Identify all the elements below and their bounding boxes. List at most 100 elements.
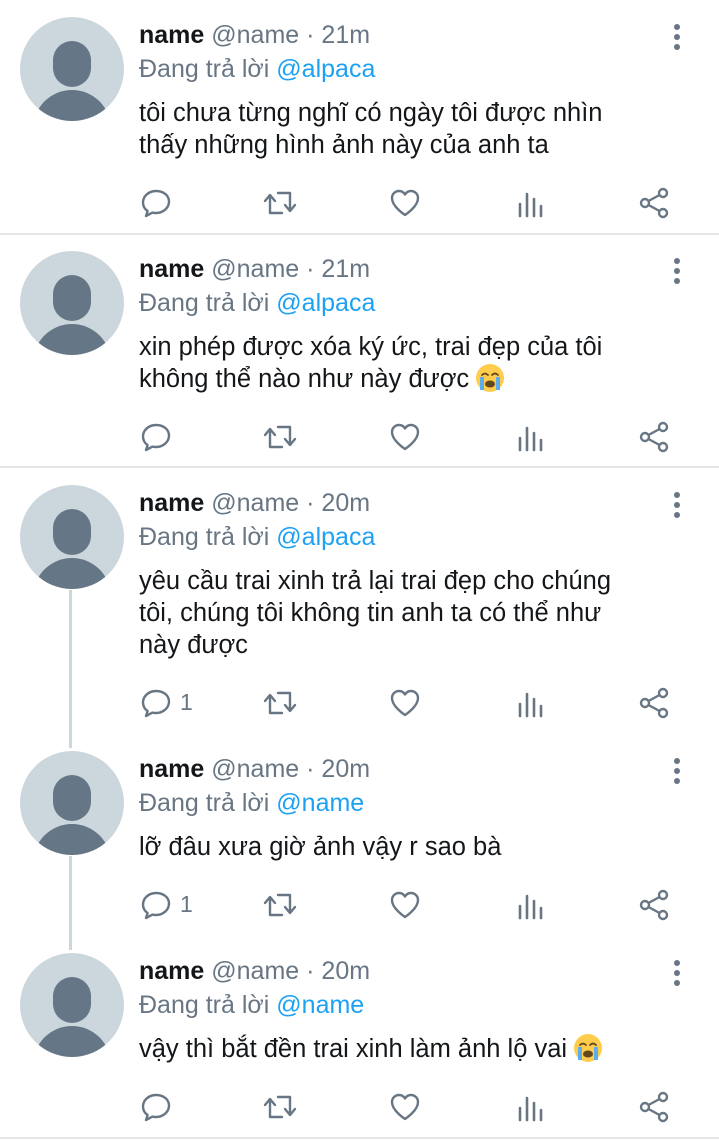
- mention-link[interactable]: @name: [276, 789, 364, 817]
- retweet-button[interactable]: [262, 416, 302, 456]
- analytics-button[interactable]: [516, 682, 556, 722]
- retweet-icon: [263, 1095, 297, 1119]
- handle: @name: [211, 957, 300, 985]
- retweet-icon: [263, 191, 297, 215]
- mention-link[interactable]: @alpaca: [276, 289, 375, 317]
- more-icon[interactable]: [664, 256, 690, 286]
- action-bar: [0, 416, 719, 456]
- replying-to-label: Đang trả lời: [139, 55, 270, 83]
- tweet-text-line: xin phép được xóa ký ức, trai đẹp của tô…: [139, 333, 603, 361]
- action-bar: 1: [0, 682, 719, 722]
- replying-to: Đang trả lời @name: [139, 786, 364, 820]
- reply-button[interactable]: [140, 416, 200, 456]
- retweet-button[interactable]: [262, 884, 302, 924]
- reply-button[interactable]: 1: [140, 682, 200, 722]
- share-icon: [639, 187, 669, 219]
- tweet-header: name @name · 21m: [139, 252, 370, 286]
- like-button[interactable]: [389, 884, 429, 924]
- display-name[interactable]: name: [139, 489, 204, 517]
- reply-button[interactable]: [140, 1086, 200, 1126]
- tweet-text-line: tôi, chúng tôi không tin anh ta có thể n…: [139, 599, 602, 627]
- tweet-header: name @name · 20m: [139, 954, 370, 988]
- reply-icon: [141, 689, 171, 718]
- replying-to: Đang trả lời @alpaca: [139, 286, 375, 320]
- like-button[interactable]: [389, 182, 429, 222]
- timestamp: · 20m: [306, 489, 371, 517]
- crying-face-emoji: [476, 364, 505, 392]
- avatar[interactable]: [20, 251, 124, 355]
- tweet[interactable]: name @name · 20m Đang trả lời @name vậy …: [0, 936, 719, 1141]
- analytics-button[interactable]: [516, 182, 556, 222]
- mention-link[interactable]: @alpaca: [276, 55, 375, 83]
- tweet[interactable]: name @name · 21m Đang trả lời @alpaca tô…: [0, 0, 719, 234]
- analytics-icon: [518, 692, 543, 718]
- tweet-text: yêu cầu trai xinh trả lại trai đẹp cho c…: [139, 565, 684, 661]
- share-button[interactable]: [638, 182, 678, 222]
- timestamp: · 20m: [306, 957, 371, 985]
- action-bar: [0, 1086, 719, 1126]
- more-icon[interactable]: [664, 490, 690, 520]
- analytics-button[interactable]: [516, 416, 556, 456]
- avatar[interactable]: [20, 17, 124, 121]
- share-button[interactable]: [638, 884, 678, 924]
- reply-icon: [141, 189, 171, 218]
- replying-to-label: Đang trả lời: [139, 991, 270, 1019]
- mention-link[interactable]: @alpaca: [276, 523, 375, 551]
- handle: @name: [211, 21, 300, 49]
- reply-icon: [141, 891, 171, 920]
- mention-link[interactable]: @name: [276, 991, 364, 1019]
- tweet-text: lỡ đâu xưa giờ ảnh vậy r sao bà: [139, 831, 684, 863]
- avatar[interactable]: [20, 485, 124, 589]
- retweet-button[interactable]: [262, 1086, 302, 1126]
- reply-count: 1: [180, 689, 193, 715]
- action-bar: 1: [0, 884, 719, 924]
- reply-button[interactable]: 1: [140, 884, 200, 924]
- reply-icon: [141, 423, 171, 452]
- timestamp: · 20m: [306, 755, 371, 783]
- retweet-button[interactable]: [262, 182, 302, 222]
- avatar[interactable]: [20, 751, 124, 855]
- more-icon[interactable]: [664, 756, 690, 786]
- tweet-header: name @name · 20m: [139, 486, 370, 520]
- display-name[interactable]: name: [139, 755, 204, 783]
- share-button[interactable]: [638, 416, 678, 456]
- tweet[interactable]: name @name · 21m Đang trả lời @alpaca xi…: [0, 234, 719, 468]
- replying-to: Đang trả lời @name: [139, 988, 364, 1022]
- display-name[interactable]: name: [139, 957, 204, 985]
- like-button[interactable]: [389, 1086, 429, 1126]
- tweet-text-line: này được: [139, 631, 248, 659]
- share-button[interactable]: [638, 1086, 678, 1126]
- share-icon: [639, 889, 669, 921]
- tweet[interactable]: name @name · 20m Đang trả lời @alpaca yê…: [0, 468, 719, 734]
- action-bar: [0, 182, 719, 222]
- like-button[interactable]: [389, 682, 429, 722]
- analytics-icon: [518, 192, 543, 218]
- analytics-icon: [518, 894, 543, 920]
- share-icon: [639, 687, 669, 719]
- tweet[interactable]: name @name · 20m Đang trả lời @name lỡ đ…: [0, 734, 719, 936]
- divider: [0, 1137, 719, 1139]
- reply-button[interactable]: [140, 182, 200, 222]
- replying-to: Đang trả lời @alpaca: [139, 52, 375, 86]
- avatar[interactable]: [20, 953, 124, 1057]
- handle: @name: [211, 255, 300, 283]
- handle: @name: [211, 755, 300, 783]
- retweet-button[interactable]: [262, 682, 302, 722]
- retweet-icon: [263, 425, 297, 449]
- display-name[interactable]: name: [139, 255, 204, 283]
- share-button[interactable]: [638, 682, 678, 722]
- more-icon[interactable]: [664, 22, 690, 52]
- like-button[interactable]: [389, 416, 429, 456]
- crying-face-emoji: [574, 1034, 603, 1062]
- analytics-button[interactable]: [516, 1086, 556, 1126]
- display-name[interactable]: name: [139, 21, 204, 49]
- analytics-button[interactable]: [516, 884, 556, 924]
- reply-icon: [141, 1093, 171, 1122]
- more-icon[interactable]: [664, 958, 690, 988]
- analytics-icon: [518, 1096, 543, 1122]
- tweet-text-line: tôi chưa từng nghĩ có ngày tôi được nhìn: [139, 99, 603, 127]
- tweet-header: name @name · 21m: [139, 18, 370, 52]
- tweet-text-line: yêu cầu trai xinh trả lại trai đẹp cho c…: [139, 567, 612, 595]
- timestamp: · 21m: [306, 21, 371, 49]
- tweet-text-line-with-emoji: không thể nào như này được: [139, 363, 684, 395]
